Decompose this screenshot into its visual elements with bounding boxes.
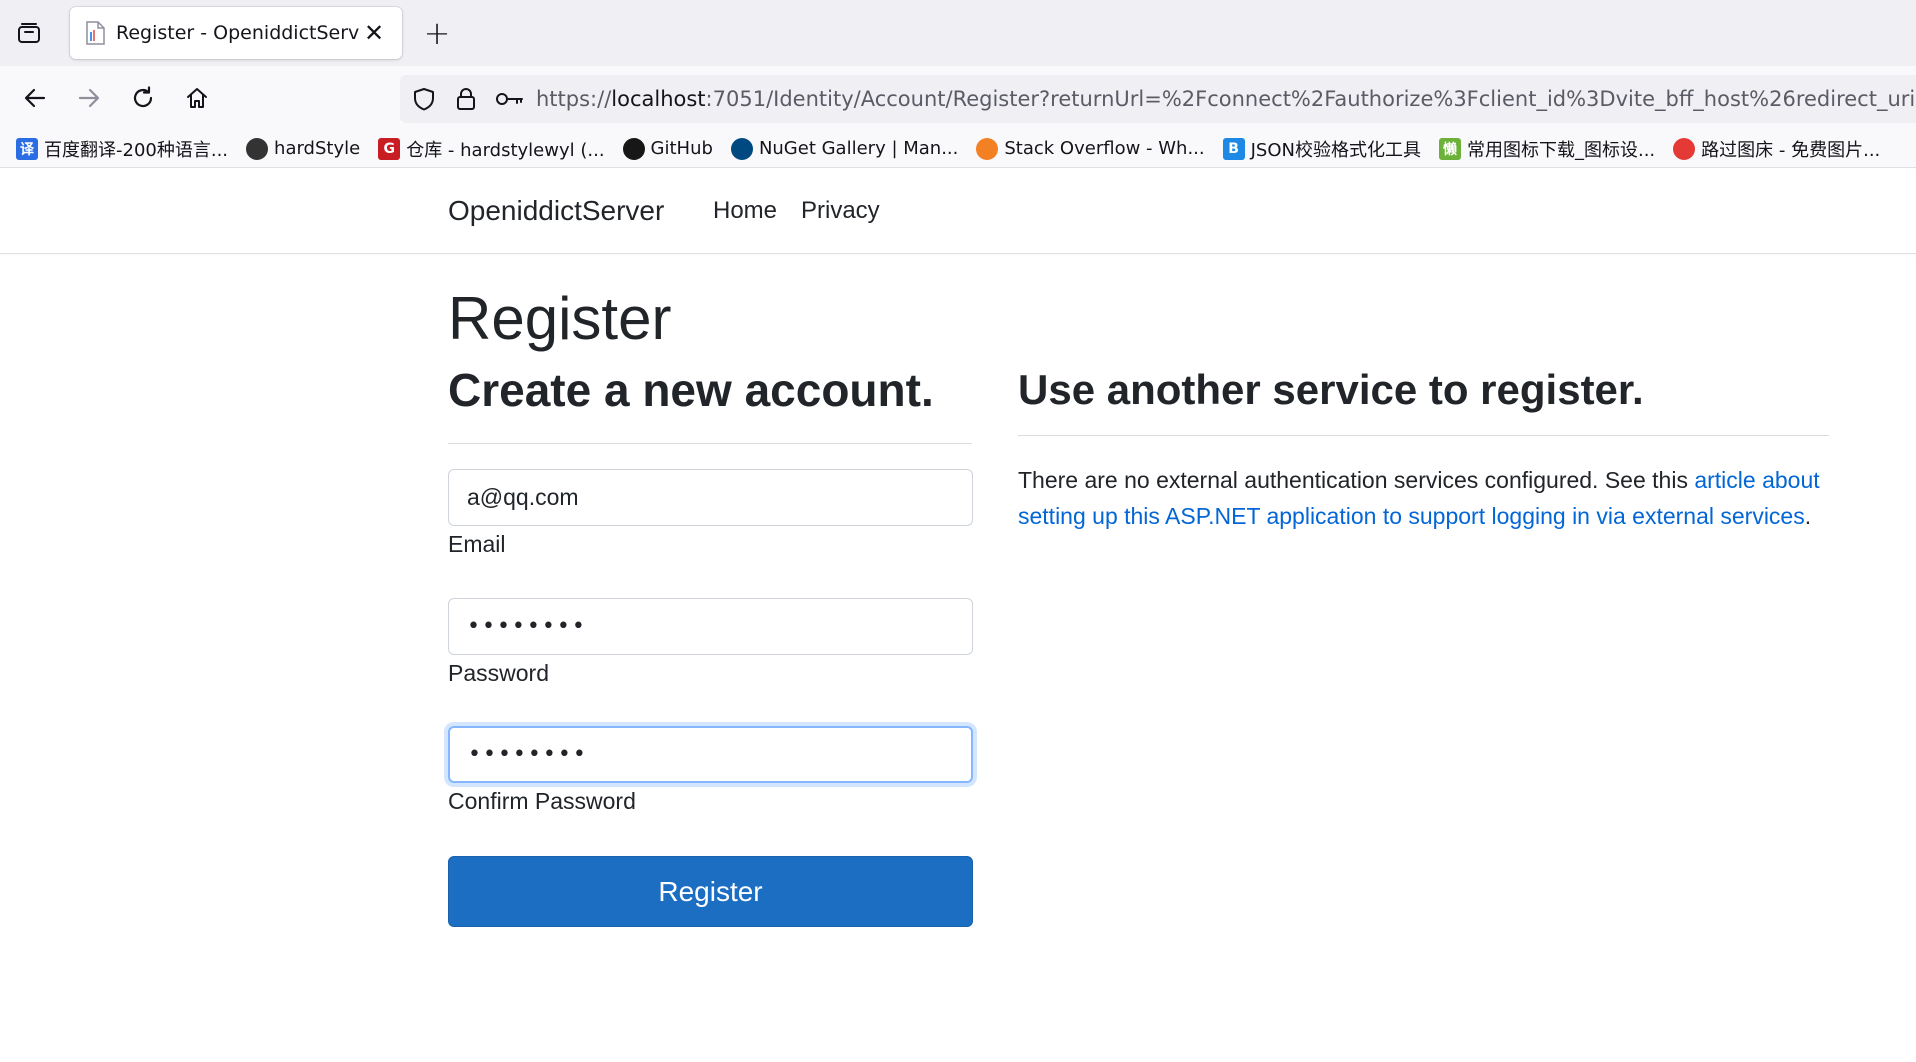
nuget-icon xyxy=(730,137,753,160)
bookmark-item[interactable]: B JSON校验格式化工具 xyxy=(1222,136,1421,162)
bookmark-label: Stack Overflow - Wh... xyxy=(1004,138,1205,159)
password-field[interactable]: •••••••• xyxy=(448,598,973,655)
site-brand-link[interactable]: OpeniddictServer xyxy=(448,195,664,227)
create-account-heading: Create a new account. xyxy=(448,364,934,416)
stackoverflow-icon xyxy=(976,137,999,160)
url-host: localhost xyxy=(611,87,706,111)
divider xyxy=(1018,435,1829,436)
bookmark-item[interactable]: GitHub xyxy=(622,137,713,160)
reload-icon[interactable] xyxy=(124,79,162,117)
tab-title: Register - OpeniddictServer xyxy=(116,22,360,44)
site-navbar: OpeniddictServer Home Privacy xyxy=(0,169,1916,254)
json-icon: B xyxy=(1222,137,1245,160)
tab-list-icon[interactable] xyxy=(12,16,46,50)
external-auth-info: There are no external authentication ser… xyxy=(1018,462,1830,534)
github-icon xyxy=(622,137,645,160)
tab-register[interactable]: Register - OpeniddictServer ✕ xyxy=(70,7,402,59)
iconfont-icon: 懒 xyxy=(1438,137,1461,160)
tab-strip: Register - OpeniddictServer ✕ + xyxy=(0,0,1916,66)
url-text[interactable]: https://localhost:7051/Identity/Account/… xyxy=(536,85,1916,113)
url-scheme: https:// xyxy=(536,87,612,111)
url-path: :7051/Identity/Account/Register?returnUr… xyxy=(705,87,1916,111)
bookmark-label: JSON校验格式化工具 xyxy=(1250,139,1421,161)
tab-close-icon[interactable]: ✕ xyxy=(360,19,388,47)
divider xyxy=(448,443,972,444)
browser-toolbar: https://localhost:7051/Identity/Account/… xyxy=(0,66,1916,130)
page-title: Register xyxy=(448,285,672,352)
confirm-password-field[interactable]: •••••••• xyxy=(448,726,973,783)
bookmark-label: GitHub xyxy=(650,138,713,159)
info-text-end: . xyxy=(1804,503,1812,529)
bookmark-item[interactable]: 懒常用图标下载_图标设... xyxy=(1438,136,1656,162)
new-tab-button[interactable]: + xyxy=(418,14,456,52)
back-arrow-icon[interactable] xyxy=(16,79,54,117)
nav-privacy-link[interactable]: Privacy xyxy=(801,197,880,225)
bookmark-item[interactable]: G 仓库 - hardstylewyl (... xyxy=(378,136,605,162)
avatar-icon xyxy=(246,137,269,160)
forward-arrow-icon[interactable] xyxy=(70,79,108,117)
bookmark-item[interactable]: NuGet Gallery | Man... xyxy=(730,137,959,160)
home-icon[interactable] xyxy=(178,79,216,117)
bookmark-label: 路过图床 - 免费图片... xyxy=(1701,139,1881,161)
key-icon[interactable] xyxy=(494,85,526,113)
tracking-shield-icon[interactable] xyxy=(410,85,438,113)
email-field[interactable]: a@qq.com xyxy=(448,469,973,526)
bookmark-label: 仓库 - hardstylewyl (... xyxy=(406,139,605,161)
bookmark-item[interactable]: 译百度翻译-200种语言... xyxy=(16,136,228,162)
info-text: There are no external authentication ser… xyxy=(1018,467,1695,493)
register-button[interactable]: Register xyxy=(448,856,973,927)
bookmark-item[interactable]: Stack Overflow - Wh... xyxy=(976,137,1205,160)
page-favicon-icon xyxy=(84,21,106,45)
bookmarks-toolbar: 译百度翻译-200种语言... hardStyle G 仓库 - hardstylew… xyxy=(0,130,1916,168)
nav-home-link[interactable]: Home xyxy=(713,197,777,225)
address-bar[interactable]: https://localhost:7051/Identity/Account/… xyxy=(400,75,1916,123)
bookmark-label: hardStyle xyxy=(274,138,361,159)
bookmark-label: 常用图标下载_图标设... xyxy=(1466,139,1656,161)
confirm-password-label: Confirm Password xyxy=(448,788,636,814)
bookmark-item[interactable]: 路过图床 - 免费图片... xyxy=(1673,136,1880,162)
password-label: Password xyxy=(448,660,549,686)
external-login-heading: Use another service to register. xyxy=(1018,366,1644,413)
gitee-icon: G xyxy=(378,137,401,160)
bookmark-label: 百度翻译-200种语言... xyxy=(44,139,229,161)
translate-icon: 译 xyxy=(16,137,38,160)
email-label: Email xyxy=(448,531,506,557)
bookmark-label: NuGet Gallery | Man... xyxy=(758,138,959,159)
imghost-icon xyxy=(1673,137,1696,160)
bookmark-item[interactable]: hardStyle xyxy=(246,137,361,160)
lock-icon[interactable] xyxy=(452,85,480,113)
